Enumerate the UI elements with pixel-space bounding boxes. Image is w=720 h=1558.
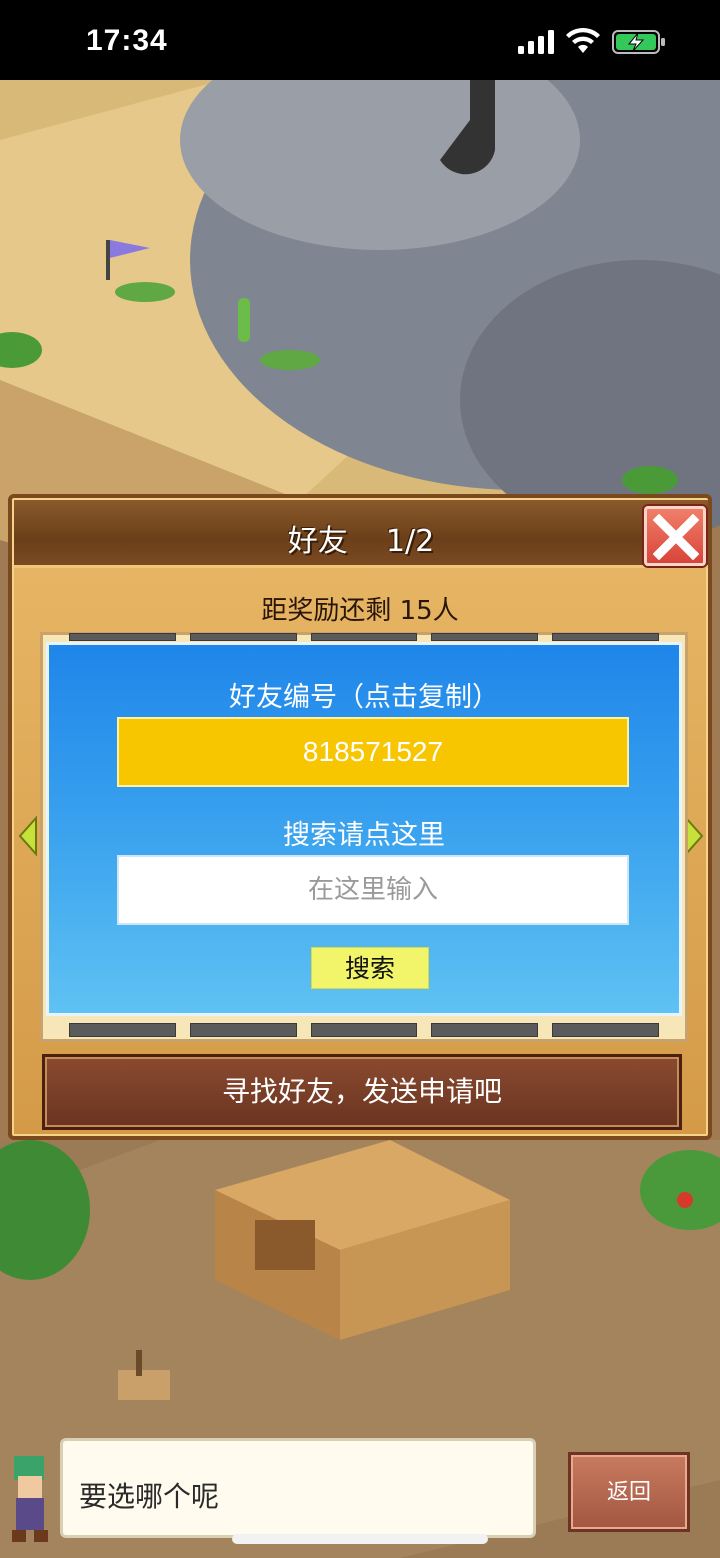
back-button[interactable]: 返回 — [568, 1452, 690, 1532]
home-indicator[interactable] — [232, 1534, 488, 1544]
friends-dialog: 好友 1/2 距奖励还剩 15人 好友编号（点击复制） 818571527 搜索… — [8, 494, 712, 1140]
friend-id-label: 好友编号（点击复制） — [229, 682, 499, 713]
frame-bottom-slots — [69, 1023, 659, 1037]
search-button[interactable]: 搜索 — [311, 947, 429, 989]
reward-remaining-text: 距奖励还剩 15人 — [261, 596, 459, 626]
cellular-signal-icon — [518, 30, 554, 54]
dialog-header: 好友 1/2 — [14, 500, 708, 568]
message-bubble: 要选哪个呢 — [60, 1438, 536, 1538]
dialog-title: 好友 1/2 — [287, 524, 435, 559]
friend-id-panel: 好友编号（点击复制） 818571527 搜索请点这里 在这里输入 搜索 — [46, 642, 682, 1016]
character-avatar-icon — [12, 1456, 48, 1542]
find-friends-button[interactable]: 寻找好友，发送申请吧 — [42, 1054, 682, 1130]
friend-id-copy-button[interactable]: 818571527 — [117, 717, 629, 787]
status-time: 17:34 — [86, 24, 168, 57]
search-label: 搜索请点这里 — [283, 820, 445, 851]
search-input[interactable]: 在这里输入 — [117, 855, 629, 925]
frame-top-slots — [69, 633, 659, 641]
prev-page-arrow-icon[interactable] — [18, 816, 38, 856]
friend-panel-frame: 好友编号（点击复制） 818571527 搜索请点这里 在这里输入 搜索 — [40, 632, 688, 1042]
battery-charging-icon — [612, 30, 665, 54]
status-bar: 17:34 — [0, 0, 720, 80]
close-button[interactable] — [644, 506, 706, 566]
close-icon — [653, 514, 699, 560]
message-text: 要选哪个呢 — [79, 1480, 220, 1513]
wifi-icon — [566, 27, 600, 53]
